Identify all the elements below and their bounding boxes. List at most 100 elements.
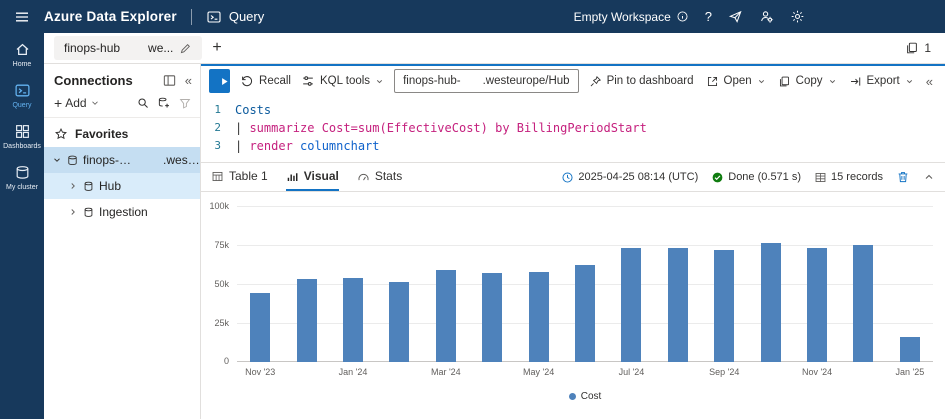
add-plus-icon: + [54,95,63,111]
x-axis-tick: Nov '24 [801,367,833,377]
bar-Jan '24 [343,277,364,362]
rail-item-home[interactable]: Home [0,41,44,69]
x-axis-tick [840,367,886,377]
legend-label: Cost [580,391,602,402]
chevron-down-icon[interactable] [52,155,62,165]
left-nav-rail: Home Query Dashboards My cluster [0,33,44,419]
tab-visual[interactable]: Visual [285,163,339,191]
line-number: 2 [214,121,221,134]
recall-button[interactable]: Recall [240,74,291,88]
database-icon [82,206,95,219]
run-button[interactable]: Run [209,69,230,93]
bar-slot [887,206,933,362]
hamburger-menu-icon[interactable] [0,9,44,25]
bar-slot [655,206,701,362]
workspace-selector[interactable]: Empty Workspace [574,10,689,24]
new-tab-button[interactable]: + [212,40,221,56]
redacted-text [126,43,142,53]
x-axis-tick [562,367,608,377]
kql-tools-button[interactable]: KQL tools [301,74,384,88]
redacted-text [142,155,160,165]
database-icon [82,180,95,193]
legend-marker [568,393,576,400]
rail-item-dashboards[interactable]: Dashboards [0,123,44,151]
copy-pages-icon [905,41,919,55]
y-axis-tick: 100k [209,201,229,211]
add-connection-button[interactable]: Add [65,96,86,110]
run-button-group: Run [209,69,231,93]
bar-slot [423,206,469,362]
tab-page-count[interactable]: 1 [905,41,931,55]
bar-slot [376,206,422,362]
connections-title: Connections [54,73,133,88]
bar-Jun '24 [575,265,596,362]
edit-tab-icon[interactable] [179,42,192,55]
chevron-down-icon [828,77,837,86]
user-settings-icon[interactable] [759,9,774,24]
rail-item-label: Dashboards [3,143,41,150]
tree-row-database-ingestion[interactable]: Ingestion [44,199,200,225]
top-header: Azure Data Explorer Query Empty Workspac… [0,0,945,33]
table-icon [211,170,224,183]
code-line: 2 | summarize Cost=sum(EffectiveCost) by… [201,119,945,137]
y-axis-tick: 50k [214,279,229,289]
workspace-label: Empty Workspace [573,9,671,24]
bar-Feb '24 [389,282,410,362]
rail-item-my-cluster[interactable]: My cluster [0,164,44,192]
collapse-panel-icon[interactable]: « [185,73,192,88]
x-axis-tick: Jul '24 [618,367,645,377]
copy-button[interactable]: Copy [778,75,837,88]
result-chart: 100k 75k 50k 25k 0 Nov '23 Jan '24 Mar '24… [201,192,945,419]
chevron-right-icon[interactable] [68,181,78,191]
collapse-toolbar-icon[interactable]: « [926,74,933,89]
code-token: render [249,139,293,153]
connection-scope-box[interactable]: finops-hub- .westeurope/Hub [394,69,579,93]
chevron-right-icon[interactable] [68,207,78,217]
query-editor[interactable]: 1 Costs 2 | summarize Cost=sum(Effective… [201,96,945,163]
tree-row-cluster[interactable]: finops-hub .west... [44,147,200,173]
code-token: by [495,121,510,135]
export-label: Export [866,75,900,87]
query-icon [14,82,31,99]
tab-table-1[interactable]: Table 1 [211,163,268,191]
tab-title: finops-hub [64,41,121,55]
open-button[interactable]: Open [706,75,766,88]
search-icon[interactable] [136,96,150,110]
y-axis-tick: 25k [214,318,229,328]
chevron-down-icon[interactable] [90,98,100,108]
line-number: 1 [214,103,221,116]
tab-stats[interactable]: Stats [357,163,402,191]
rail-item-label: Query [12,102,32,109]
panel-view-icon[interactable] [162,73,177,88]
export-button[interactable]: Export [849,75,914,88]
query-tab[interactable]: finops-hub we... [54,36,203,60]
query-timestamp: 2025-04-25 08:14 (UTC) [561,171,698,184]
tree-row-database-hub[interactable]: Hub [44,173,200,199]
settings-gear-icon[interactable] [790,9,805,24]
code-token: Costs [235,103,272,117]
x-axis-tick: Jan '24 [338,367,368,377]
cluster-name-suffix: .west... [163,153,200,167]
bar-slot [840,206,886,362]
status-value: Done (0.571 s) [728,171,802,183]
pin-to-dashboard-button[interactable]: Pin to dashboard [589,75,694,88]
code-token: | [235,139,250,153]
open-label: Open [723,75,752,87]
success-check-icon [711,171,724,184]
filter-icon[interactable] [178,96,192,110]
open-icon [706,75,719,88]
x-axis-tick: Sep '24 [709,367,740,377]
favorites-star-icon [54,127,68,141]
bar-Dec '24 [853,245,874,362]
info-icon [676,10,689,23]
bar-slot [701,206,747,362]
feedback-icon[interactable] [728,9,743,24]
y-axis-tick: 0 [223,356,229,366]
delete-results-icon[interactable] [896,170,910,184]
x-axis-tick [469,367,515,377]
rail-item-query[interactable]: Query [0,82,44,110]
help-icon[interactable]: ? [705,9,712,24]
collapse-results-icon[interactable] [923,171,935,183]
add-database-icon[interactable] [157,96,171,110]
bar-Jan '25 [899,337,920,362]
